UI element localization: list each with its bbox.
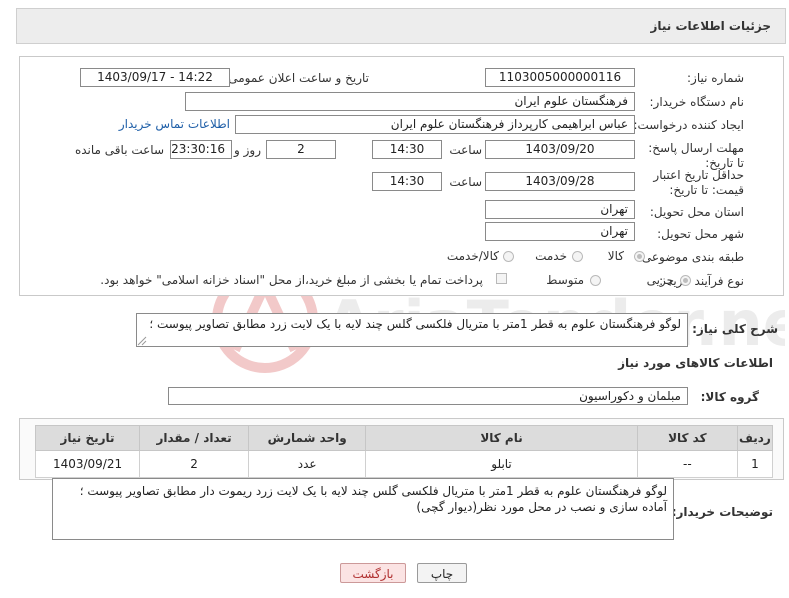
remaining-label: ساعت باقی مانده (74, 143, 164, 157)
buyer-org-field: فرهنگستان علوم ایران (185, 92, 635, 111)
description-label: شرح کلی نیاز: (692, 322, 778, 336)
days-field: 2 (266, 140, 336, 159)
col-row-header: ردیف (736, 425, 774, 451)
print-button[interactable]: چاپ (417, 563, 467, 583)
goods-group-label: گروه کالا: (700, 390, 759, 404)
creator-field: عباس ابراهیمی کارپرداز فرهنگستان علوم ای… (235, 115, 635, 134)
description-textarea[interactable]: لوگو فرهنگستان علوم به قطر 1متر با متریا… (136, 313, 688, 347)
page-header: جزئیات اطلاعات نیاز (16, 8, 786, 44)
table-row: 1 -- تابلو عدد 2 1403/09/21 (34, 450, 774, 478)
deadline-label: مهلت ارسال پاسخ: تا تاریخ: (648, 141, 744, 170)
buyer-contact-link[interactable]: اطلاعات تماس خریدار (119, 117, 230, 131)
validity-time-label: ساعت (449, 175, 482, 189)
col-name-header: نام کالا (365, 425, 638, 451)
need-number-label: شماره نیاز: (687, 71, 744, 85)
cell-date: 1403/09/21 (34, 450, 141, 478)
category-goods-service-radio[interactable] (503, 251, 514, 262)
buyer-org-label: نام دستگاه خریدار: (649, 95, 745, 109)
validity-time-field: 14:30 (372, 172, 442, 191)
back-button[interactable]: بازگشت (340, 563, 406, 583)
purchase-minor-label: جزیی (646, 273, 674, 287)
goods-section-title: اطلاعات کالاهای مورد نیاز (618, 356, 773, 370)
cell-code: -- (636, 450, 738, 478)
col-code-header: کد کالا (636, 425, 738, 451)
goods-table-header: ردیف کد کالا نام کالا واحد شمارش تعداد /… (34, 425, 774, 451)
col-unit-header: واحد شمارش (248, 425, 367, 451)
cell-row: 1 (736, 450, 774, 478)
category-service-radio[interactable] (572, 251, 583, 262)
need-number-field: 1103005000000116 (485, 68, 635, 87)
deadline-date-field: 1403/09/20 (485, 140, 635, 159)
category-goods-label: کالا (607, 249, 624, 263)
category-label: طبقه بندی موضوعی: (637, 250, 744, 264)
province-label: استان محل تحویل: (649, 205, 744, 219)
deadline-time-field: 14:30 (372, 140, 442, 159)
days-label: روز و (234, 143, 261, 157)
treasury-payment-checkbox[interactable] (496, 273, 507, 284)
purchase-medium-radio[interactable] (590, 275, 601, 286)
col-qty-header: تعداد / مقدار (139, 425, 250, 451)
purchase-minor-radio[interactable] (680, 275, 691, 286)
treasury-payment-note: پرداخت تمام یا بخشی از مبلغ خرید،از محل … (100, 273, 483, 287)
category-goods-service-label: کالا/خدمت (446, 249, 499, 263)
category-goods-radio[interactable] (634, 251, 645, 262)
creator-label: ایجاد کننده درخواست: (633, 118, 744, 132)
province-field: تهران (485, 200, 635, 219)
resize-handle-icon[interactable] (137, 336, 147, 346)
cell-name: تابلو (365, 450, 638, 478)
cell-unit: عدد (248, 450, 367, 478)
announce-field: 1403/09/17 - 14:22 (80, 68, 230, 87)
page-title: جزئیات اطلاعات نیاز (650, 19, 771, 33)
buyer-notes-label: توضیحات خریدار: (671, 505, 773, 519)
announce-label: تاریخ و ساعت اعلان عمومی: (224, 71, 369, 85)
city-field: تهران (485, 222, 635, 241)
buyer-notes-textarea[interactable]: لوگو فرهنگستان علوم به قطر 1متر با متریا… (52, 478, 674, 540)
city-label: شهر محل تحویل: (657, 227, 744, 241)
purchase-medium-label: متوسط (546, 273, 584, 287)
remaining-time-field: 23:30:16 (170, 140, 232, 159)
deadline-time-label: ساعت (449, 143, 482, 157)
goods-table: ردیف کد کالا نام کالا واحد شمارش تعداد /… (34, 425, 774, 478)
goods-group-field: مبلمان و دکوراسیون (168, 387, 688, 405)
category-service-label: خدمت (535, 249, 567, 263)
validity-label: حداقل تاریخ اعتبار قیمت: تا تاریخ: (653, 168, 744, 197)
cell-qty: 2 (139, 450, 250, 478)
validity-date-field: 1403/09/28 (485, 172, 635, 191)
col-date-header: تاریخ نیاز (34, 425, 141, 451)
